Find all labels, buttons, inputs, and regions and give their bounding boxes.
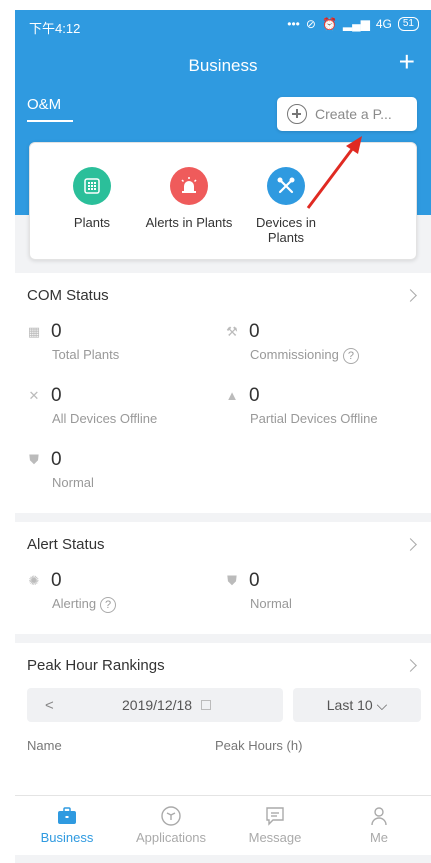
status-bar: 下午4:12 ••• ⊘ ⏰ ▂▄▆ 4G 51: [15, 10, 431, 42]
stat-label: Partial Devices Offline: [250, 411, 378, 426]
bottom-nav: Business Applications Message Me: [15, 795, 431, 855]
app-frame: 下午4:12 ••• ⊘ ⏰ ▂▄▆ 4G 51 Business + O&M …: [15, 10, 431, 863]
red-arrow-icon: [306, 136, 362, 209]
stat-value: 0: [51, 385, 62, 406]
com-status-section: COM Status ▦ 0 Total Plants ⚒ 0 Commissi…: [15, 273, 431, 513]
selected-date: 2019/12/18: [122, 697, 193, 713]
calendar-icon: [201, 700, 211, 710]
stat-label-wrap: Alerting?: [52, 596, 117, 613]
help-icon[interactable]: ?: [342, 347, 359, 364]
shield-icon: ⛊: [227, 573, 237, 588]
status-icons: ••• ⊘ ⏰ ▂▄▆ 4G 51: [287, 17, 419, 31]
hammer-icon: ⚒: [226, 324, 238, 339]
circle-plus-icon: [287, 104, 307, 124]
alarm-clock-icon: ⏰: [321, 17, 337, 31]
column-header-peak-hours: Peak Hours (h): [215, 738, 303, 753]
siren-icon: ✺: [28, 573, 40, 588]
quick-action-label: Plants: [73, 215, 111, 230]
create-plant-button[interactable]: Create a P...: [277, 97, 417, 131]
previous-date-button[interactable]: <: [45, 697, 54, 714]
quick-action-plants[interactable]: Plants: [47, 167, 137, 230]
alert-status-section: Alert Status ✺ 0 Alerting? ⛊ 0 Normal: [15, 522, 431, 634]
stat-value: 0: [51, 570, 62, 591]
column-header-name: Name: [27, 738, 62, 753]
stat-label: Alerting: [52, 596, 97, 611]
chevron-right-icon[interactable]: [404, 538, 417, 551]
stat-label: All Devices Offline: [52, 411, 158, 426]
stat-value: 0: [51, 449, 62, 470]
battery-icon: 51: [397, 17, 419, 31]
person-icon: [327, 804, 431, 828]
quick-action-alerts[interactable]: Alerts in Plants: [144, 167, 234, 230]
range-label: Last 10: [326, 697, 373, 713]
message-icon: [223, 804, 327, 828]
stat-label: Commissioning: [250, 347, 339, 362]
stat-label: Total Plants: [52, 347, 120, 362]
network-label: 4G: [375, 17, 392, 31]
nav-applications[interactable]: Applications: [119, 804, 223, 845]
quick-action-label: Alerts in Plants: [145, 215, 233, 230]
plants-icon: ▦: [27, 324, 41, 339]
dots-icon: •••: [287, 17, 300, 31]
nav-label: Me: [369, 830, 389, 845]
tab-active-indicator: [27, 120, 73, 122]
cube-icon: [119, 804, 223, 828]
tab-om[interactable]: O&M: [27, 96, 61, 113]
stat-label-wrap: Commissioning?: [250, 347, 359, 364]
stat-label: Normal: [250, 596, 292, 611]
chevron-right-icon[interactable]: [404, 289, 417, 302]
nav-me[interactable]: Me: [327, 804, 431, 845]
chevron-down-icon: ⌵: [376, 697, 388, 713]
briefcase-icon: [15, 804, 119, 828]
create-plant-label: Create a P...: [315, 106, 392, 122]
page-title: Business: [188, 56, 258, 75]
nav-message[interactable]: Message: [223, 804, 327, 845]
mute-icon: ⊘: [305, 17, 316, 31]
date-picker[interactable]: < 2019/12/18: [27, 688, 283, 722]
chevron-right-icon[interactable]: [404, 659, 417, 672]
warning-icon: ▲: [225, 388, 239, 403]
x-icon: ✕: [28, 388, 40, 403]
status-time: 下午4:12: [29, 21, 81, 36]
add-button[interactable]: +: [399, 48, 415, 76]
nav-label: Applications: [135, 830, 207, 845]
section-title: COM Status: [27, 287, 109, 304]
stat-value: 0: [249, 321, 260, 342]
range-dropdown[interactable]: Last 10 ⌵: [293, 688, 421, 722]
help-icon[interactable]: ?: [100, 596, 117, 613]
stat-value: 0: [249, 385, 260, 406]
shield-icon: ⛊: [29, 452, 39, 467]
stat-value: 0: [51, 321, 62, 342]
quick-action-label: Devices in Plants: [256, 215, 316, 245]
alarm-siren-icon: [170, 167, 208, 205]
stat-value: 0: [249, 570, 260, 591]
nav-label: Business: [40, 830, 94, 845]
nav-label: Message: [248, 830, 302, 845]
section-title: Peak Hour Rankings: [27, 657, 165, 674]
stat-label: Normal: [52, 475, 94, 490]
section-title: Alert Status: [27, 536, 105, 553]
nav-business[interactable]: Business: [15, 804, 119, 845]
grid-building-icon: [73, 167, 111, 205]
signal-icon: ▂▄▆: [342, 17, 370, 31]
